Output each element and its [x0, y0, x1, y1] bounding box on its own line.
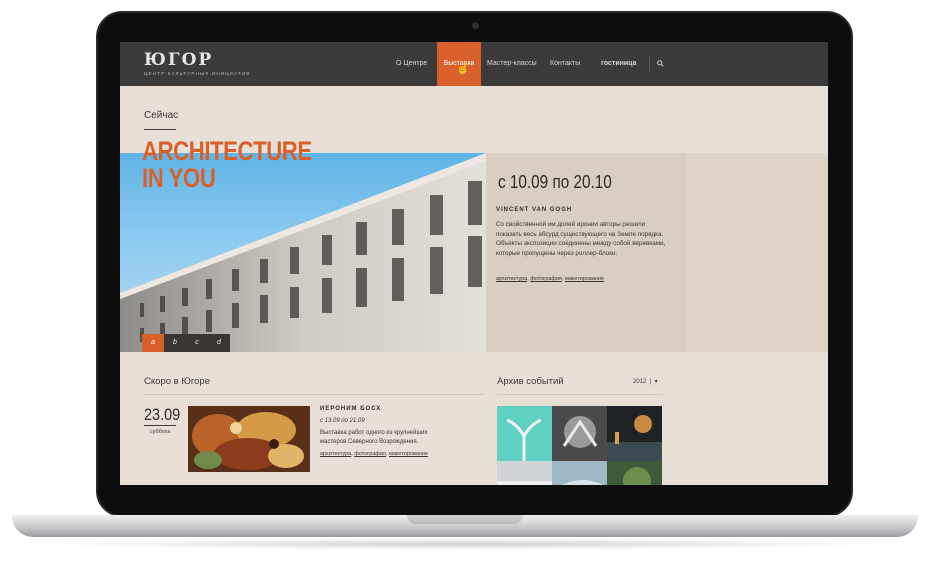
archive-thumbnail[interactable] [607, 461, 662, 485]
laptop-shadow [40, 538, 890, 550]
exhibition-description: Со свойственной им долей иронии авторы р… [496, 221, 666, 257]
nav-divider [649, 57, 650, 71]
exhibition-tags: архитектура, фотография, макетирование [496, 276, 605, 282]
panel-background-extension [685, 153, 828, 352]
section-heading-archive: Архив событий [497, 376, 564, 387]
site-tagline: ЦЕНТР КУЛЬТУРНЫХ ИНИЦИАТИВ [144, 71, 251, 76]
section-divider [497, 394, 663, 395]
chevron-down-icon: ▾ [654, 379, 658, 385]
nav-item-contacts[interactable]: Контакты [550, 42, 580, 86]
laptop-notch [407, 515, 523, 524]
slide-button-c[interactable]: c [186, 334, 208, 352]
event-tags: архитектура, фотография, макетирование [320, 451, 429, 457]
search-icon[interactable] [657, 60, 664, 67]
camera-icon [472, 22, 479, 29]
tag-link[interactable]: архитектура [496, 276, 527, 282]
section-heading-now: Сейчас [144, 110, 179, 121]
event-date-underline [144, 425, 176, 426]
archive-thumbnail[interactable] [497, 461, 552, 485]
exhibition-dates: с 10.09 по 20.10 [498, 172, 612, 192]
slide-button-b[interactable]: b [164, 334, 186, 352]
event-description: Выставка работ одного из крупнейших маст… [320, 430, 428, 445]
tag-link[interactable]: архитектура [320, 451, 351, 457]
year-divider: | [648, 379, 653, 385]
archive-thumbnail[interactable] [552, 461, 607, 485]
event-painting-image[interactable] [188, 406, 310, 472]
archive-year-value: 2012 [633, 379, 647, 385]
browser-screen: ЮГОР ЦЕНТР КУЛЬТУРНЫХ ИНИЦИАТИВ О Центре… [120, 42, 828, 485]
exhibition-title[interactable]: ARCHITECTURE IN YOU [142, 138, 312, 192]
tag-link[interactable]: макетирование [565, 276, 604, 282]
heading-underline [144, 129, 176, 130]
exhibition-title-line-2: IN YOU [142, 163, 216, 193]
site-logo[interactable]: ЮГОР [144, 50, 213, 70]
site-header: ЮГОР ЦЕНТР КУЛЬТУРНЫХ ИНИЦИАТИВ О Центре… [120, 42, 828, 86]
slide-button-d[interactable]: d [208, 334, 230, 352]
event-dates: с 13.09 по 21.09 [320, 418, 365, 424]
hand-cursor-icon: ☝ [456, 63, 470, 75]
nav-item-about[interactable]: О Центре [396, 42, 427, 86]
tag-link[interactable]: фотография [354, 451, 386, 457]
event-artist[interactable]: ИЕРОНИМ БОСХ [320, 406, 381, 412]
archive-thumbnail[interactable] [552, 406, 607, 461]
section-divider [144, 394, 484, 395]
exhibition-artist: VINCENT VAN GOGH [496, 207, 573, 213]
archive-thumbnail[interactable] [607, 406, 662, 461]
slide-button-a[interactable]: a [142, 334, 164, 352]
slide-pager: a b c d [142, 334, 230, 352]
archive-year-select[interactable]: 2012 | ▾ [633, 378, 658, 385]
event-date: 23.09 [144, 405, 181, 424]
exhibition-title-line-1: ARCHITECTURE [142, 136, 312, 166]
nav-item-hotel[interactable]: гостиница [601, 42, 636, 86]
tag-link[interactable]: макетирование [389, 451, 428, 457]
event-weekday: суббота [150, 429, 171, 435]
nav-item-masterclasses[interactable]: Мастер-классы [487, 42, 537, 86]
section-heading-soon: Скоро в Югоре [144, 376, 211, 387]
tag-link[interactable]: фотография [530, 276, 562, 282]
archive-thumbnail[interactable] [497, 406, 552, 461]
